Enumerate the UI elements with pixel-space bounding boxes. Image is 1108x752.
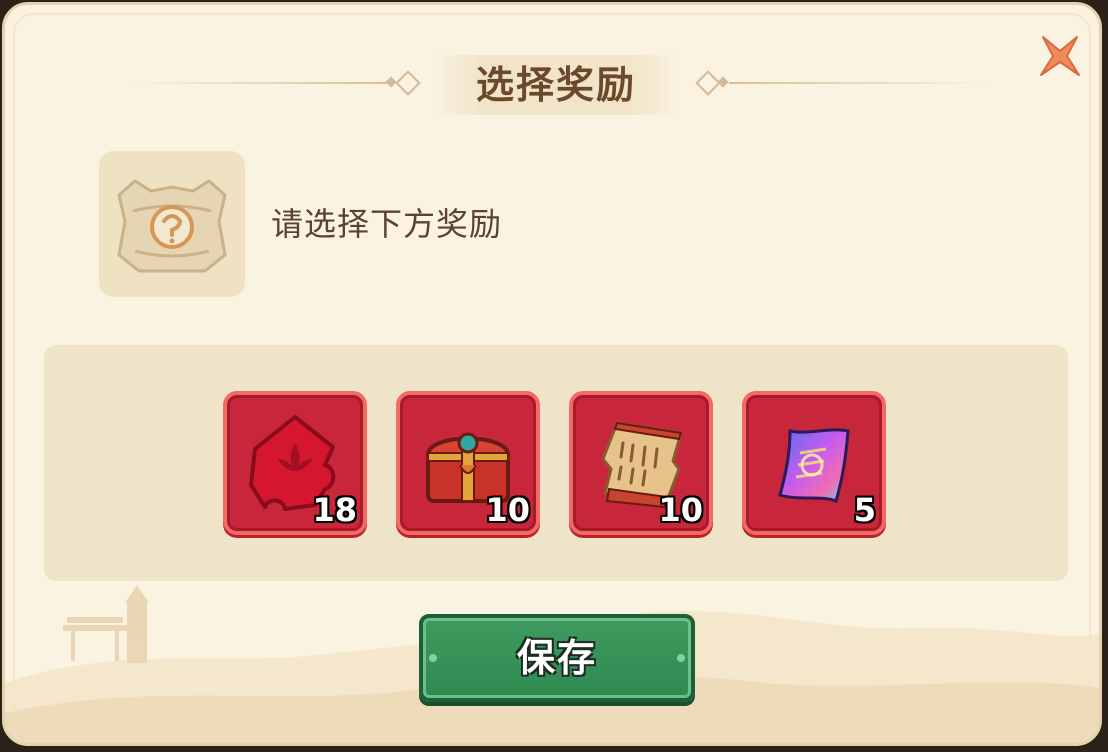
button-ornament-dot [677,654,685,662]
save-button-label: 保存 [516,636,597,680]
title-bar: 选择奖励 [5,55,1099,115]
reward-item-1[interactable]: 18 [223,391,367,535]
close-x-icon [1040,36,1080,76]
reward-item-3[interactable]: 10 [569,391,713,535]
mystery-chest-icon [99,151,245,297]
instruction-text: 请选择下方奖励 [271,205,503,243]
dialog-title: 选择奖励 [435,55,677,115]
reward-count: 10 [658,491,703,529]
diamond-ornament-icon [395,70,421,96]
reward-selection-dialog: 选择奖励 请选择下方奖励 18 10 10 5 保存 [2,2,1102,746]
save-button[interactable]: 保存 [419,614,695,702]
title-divider-left [125,82,387,84]
diamond-ornament-icon [717,76,729,88]
close-button[interactable] [1035,31,1085,81]
reward-item-2[interactable]: 10 [396,391,540,535]
reward-count: 18 [312,491,357,529]
reward-count: 5 [853,491,876,529]
reward-count: 10 [485,491,530,529]
rewards-panel [44,345,1068,581]
diamond-ornament-icon [695,70,721,96]
holographic-ticket-icon [778,428,850,503]
reward-item-4[interactable]: 5 [742,391,886,535]
title-divider-right [729,82,991,84]
